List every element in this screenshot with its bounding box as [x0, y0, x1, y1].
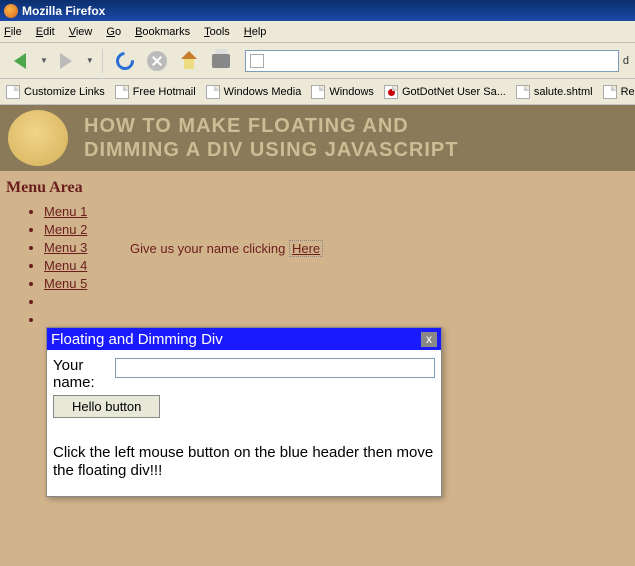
dialog-title: Floating and Dimming Div — [51, 331, 223, 348]
print-button[interactable] — [207, 47, 235, 75]
favicon-icon — [384, 85, 398, 99]
menu-list: Menu 1 Menu 2 Menu 3 Menu 4 Menu 5 — [0, 204, 635, 327]
reload-icon — [112, 48, 137, 73]
page-icon — [6, 85, 20, 99]
reload-button[interactable] — [111, 47, 139, 75]
logo-ball-icon — [8, 110, 68, 166]
menu-area-heading: Menu Area — [0, 171, 635, 201]
list-item — [44, 312, 635, 327]
home-button[interactable] — [175, 47, 203, 75]
back-dropdown-icon[interactable]: ▼ — [40, 56, 48, 65]
page-icon — [311, 85, 325, 99]
menu-edit[interactable]: Edit — [36, 26, 55, 38]
name-label: Your name: — [53, 358, 115, 391]
dialog-header[interactable]: Floating and Dimming Div x — [47, 328, 441, 350]
firefox-icon — [4, 4, 18, 18]
bookmark-windows[interactable]: Windows — [311, 85, 374, 99]
list-item: Menu 4 — [44, 258, 635, 273]
page-icon — [115, 85, 129, 99]
bookmark-salute[interactable]: salute.shtml — [516, 85, 593, 99]
back-button[interactable] — [6, 47, 34, 75]
menu-link-1[interactable]: Menu 1 — [44, 204, 87, 219]
page-icon — [206, 85, 220, 99]
bookmark-customize-links[interactable]: Customize Links — [6, 85, 105, 99]
page-content: Menu Area Menu 1 Menu 2 Menu 3 Menu 4 Me… — [0, 171, 635, 327]
list-item — [44, 294, 635, 309]
page-icon — [603, 85, 617, 99]
prompt-text: Give us your name clicking Here — [130, 241, 323, 256]
print-icon — [212, 54, 230, 68]
window-title: Mozilla Firefox — [22, 4, 105, 18]
bookmark-free-hotmail[interactable]: Free Hotmail — [115, 85, 196, 99]
hello-button[interactable]: Hello button — [53, 395, 160, 418]
bookmark-windows-media[interactable]: Windows Media — [206, 85, 302, 99]
menu-link-5[interactable]: Menu 5 — [44, 276, 87, 291]
url-tail: d — [623, 55, 629, 67]
menubar: File Edit View Go Bookmarks Tools Help — [0, 21, 635, 43]
menu-link-4[interactable]: Menu 4 — [44, 258, 87, 273]
bookmarks-toolbar: Customize Links Free Hotmail Windows Med… — [0, 79, 635, 105]
forward-arrow-icon — [60, 53, 72, 69]
back-arrow-icon — [14, 53, 26, 69]
dialog-instruction: Click the left mouse button on the blue … — [53, 444, 435, 480]
floating-dialog: Floating and Dimming Div x Your name: He… — [46, 327, 442, 497]
menu-go[interactable]: Go — [106, 26, 121, 38]
page-header: HOW TO MAKE FLOATING AND DIMMING A DIV U… — [0, 105, 635, 171]
window-titlebar: Mozilla Firefox — [0, 0, 635, 21]
url-bar[interactable] — [245, 50, 619, 72]
list-item: Menu 1 — [44, 204, 635, 219]
menu-file[interactable]: File — [4, 26, 22, 38]
menu-link-2[interactable]: Menu 2 — [44, 222, 87, 237]
list-item: Menu 5 — [44, 276, 635, 291]
menu-help[interactable]: Help — [244, 26, 267, 38]
menu-tools[interactable]: Tools — [204, 26, 230, 38]
forward-button[interactable] — [52, 47, 80, 75]
stop-button[interactable] — [143, 47, 171, 75]
page-icon — [250, 54, 264, 68]
menu-view[interactable]: View — [69, 26, 93, 38]
bookmark-re[interactable]: Re — [603, 85, 635, 99]
stop-icon — [147, 51, 167, 71]
forward-dropdown-icon[interactable]: ▼ — [86, 56, 94, 65]
page-icon — [516, 85, 530, 99]
toolbar-separator — [102, 49, 103, 73]
list-item: Menu 2 — [44, 222, 635, 237]
dialog-body: Your name: Hello button Click the left m… — [47, 350, 441, 496]
name-input[interactable] — [115, 358, 435, 378]
close-button[interactable]: x — [421, 332, 437, 347]
here-link[interactable]: Here — [289, 240, 323, 257]
home-icon — [179, 51, 199, 71]
page-title: HOW TO MAKE FLOATING AND DIMMING A DIV U… — [84, 114, 458, 162]
nav-toolbar: ▼ ▼ d — [0, 43, 635, 79]
bookmark-gotdotnet[interactable]: GotDotNet User Sa... — [384, 85, 506, 99]
menu-bookmarks[interactable]: Bookmarks — [135, 26, 190, 38]
menu-link-3[interactable]: Menu 3 — [44, 240, 87, 255]
